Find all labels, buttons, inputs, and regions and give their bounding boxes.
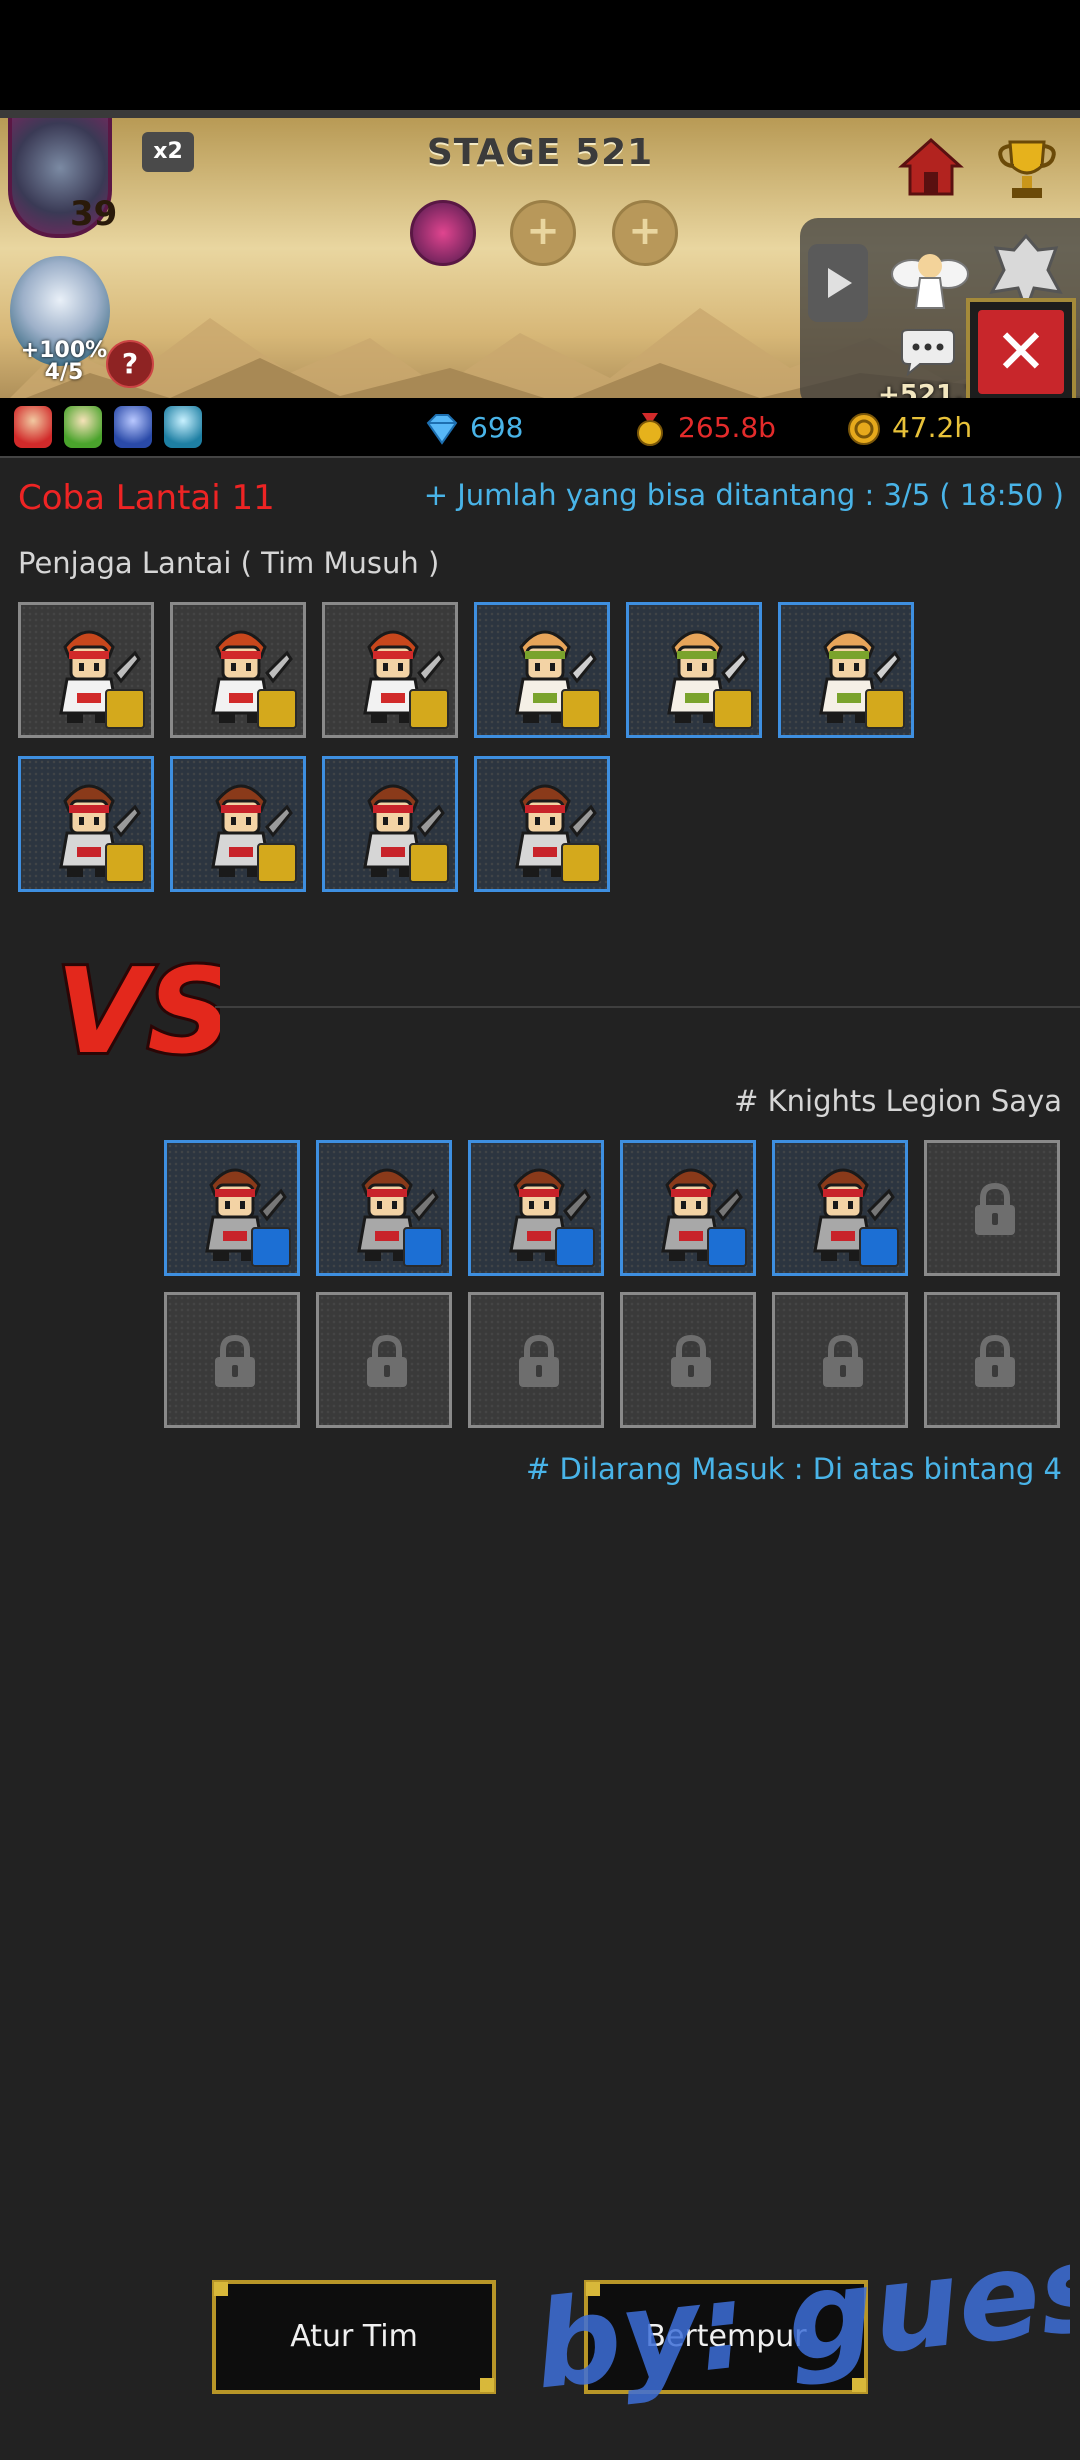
add-skill-slot-2[interactable]: + (612, 200, 678, 266)
resource-bar: 698 265.8b 47.2h (0, 398, 1080, 456)
hero-class-badge (865, 689, 905, 729)
vs-logo: VS (53, 944, 220, 1074)
enemy-hero-slot[interactable] (18, 756, 154, 892)
gold-value: 47.2h (892, 411, 973, 444)
my-hero-slot[interactable] (316, 1140, 452, 1276)
pet-buff: +100% 4/5 (20, 338, 108, 385)
hero-portrait-3[interactable] (114, 406, 152, 448)
hero-class-badge (713, 689, 753, 729)
lock-icon (823, 1335, 863, 1387)
hero-portrait-4[interactable] (164, 406, 202, 448)
boss-level: 39 (70, 194, 118, 234)
stage-header: 39 x2 STAGE 521 + + +100% 4/5 ? +521.1g ✕ (0, 110, 1080, 408)
angel-icon[interactable] (890, 236, 970, 316)
enemy-hero-slot[interactable] (18, 602, 154, 738)
locked-slot (620, 1292, 756, 1428)
close-icon: ✕ (978, 310, 1064, 394)
restriction-label: # Dilarang Masuk : Di atas bintang 4 (525, 1452, 1062, 1486)
my-hero-slot[interactable] (164, 1140, 300, 1276)
enemy-team-label: Penjaga Lantai ( Tim Musuh ) (18, 546, 440, 580)
enemy-hero-slot[interactable] (626, 602, 762, 738)
svg-text:by: guest: by: guest (530, 2220, 1070, 2416)
enemy-hero-slot[interactable] (322, 756, 458, 892)
divider (0, 456, 1080, 458)
equipped-skill-slot[interactable] (410, 200, 476, 266)
svg-text:VS: VS (56, 944, 220, 1074)
vs-divider (215, 1006, 1080, 1008)
my-hero-slot[interactable] (772, 1140, 908, 1276)
hero-class-badge (257, 689, 297, 729)
team-setup-button[interactable]: Atur Tim (212, 2280, 496, 2394)
gem-value: 698 (470, 411, 524, 444)
diamond-icon (426, 414, 458, 445)
lock-icon (975, 1183, 1015, 1235)
hero-class-badge (561, 843, 601, 883)
attempts-info: + Jumlah yang bisa ditantang : 3/5 ( 18:… (423, 478, 1064, 512)
enemy-hero-slot[interactable] (170, 602, 306, 738)
hero-class-badge (257, 843, 297, 883)
home-icon[interactable] (898, 136, 964, 198)
locked-slot (164, 1292, 300, 1428)
hero-class-badge (859, 1227, 899, 1267)
hero-class-badge (409, 843, 449, 883)
add-skill-slot-1[interactable]: + (510, 200, 576, 266)
my-hero-slot[interactable] (620, 1140, 756, 1276)
my-legion-label: # Knights Legion Saya (734, 1084, 1062, 1118)
gold-coin-icon (848, 413, 880, 445)
hero-class-badge (555, 1227, 595, 1267)
enemy-hero-slot[interactable] (474, 602, 610, 738)
chat-icon[interactable] (898, 328, 958, 376)
locked-slot (924, 1292, 1060, 1428)
locked-slot (316, 1292, 452, 1428)
help-button[interactable]: ? (106, 340, 154, 388)
play-icon[interactable] (808, 244, 868, 322)
trophy-icon[interactable] (994, 136, 1060, 202)
locked-slot (468, 1292, 604, 1428)
hero-class-badge (561, 689, 601, 729)
medal-counter: 265.8b (632, 408, 776, 448)
lock-icon (367, 1335, 407, 1387)
locked-slot (772, 1292, 908, 1428)
hero-class-badge (105, 843, 145, 883)
team-setup-label: Atur Tim (290, 2319, 418, 2354)
gem-counter: 698 (424, 408, 523, 448)
hero-class-badge (707, 1227, 747, 1267)
watermark: by: guest (530, 2220, 1070, 2416)
hero-portrait-2[interactable] (64, 406, 102, 448)
lock-icon (215, 1335, 255, 1387)
enemy-hero-slot[interactable] (778, 602, 914, 738)
close-button[interactable]: ✕ (966, 298, 1076, 406)
enemy-hero-slot[interactable] (170, 756, 306, 892)
medal-icon (637, 413, 663, 446)
floor-title: Coba Lantai 11 (18, 478, 275, 518)
hero-class-badge (409, 689, 449, 729)
hero-class-badge (105, 689, 145, 729)
enemy-hero-slot[interactable] (474, 756, 610, 892)
status-bar (0, 0, 1080, 110)
gold-counter: 47.2h (846, 408, 972, 448)
lock-icon (519, 1335, 559, 1387)
my-hero-slot[interactable] (468, 1140, 604, 1276)
hero-portrait-1[interactable] (14, 406, 52, 448)
locked-slot (924, 1140, 1060, 1276)
medal-value: 265.8b (678, 411, 776, 444)
enemy-hero-slot[interactable] (322, 602, 458, 738)
hero-class-badge (251, 1227, 291, 1267)
hero-class-badge (403, 1227, 443, 1267)
lock-icon (975, 1335, 1015, 1387)
lock-icon (671, 1335, 711, 1387)
